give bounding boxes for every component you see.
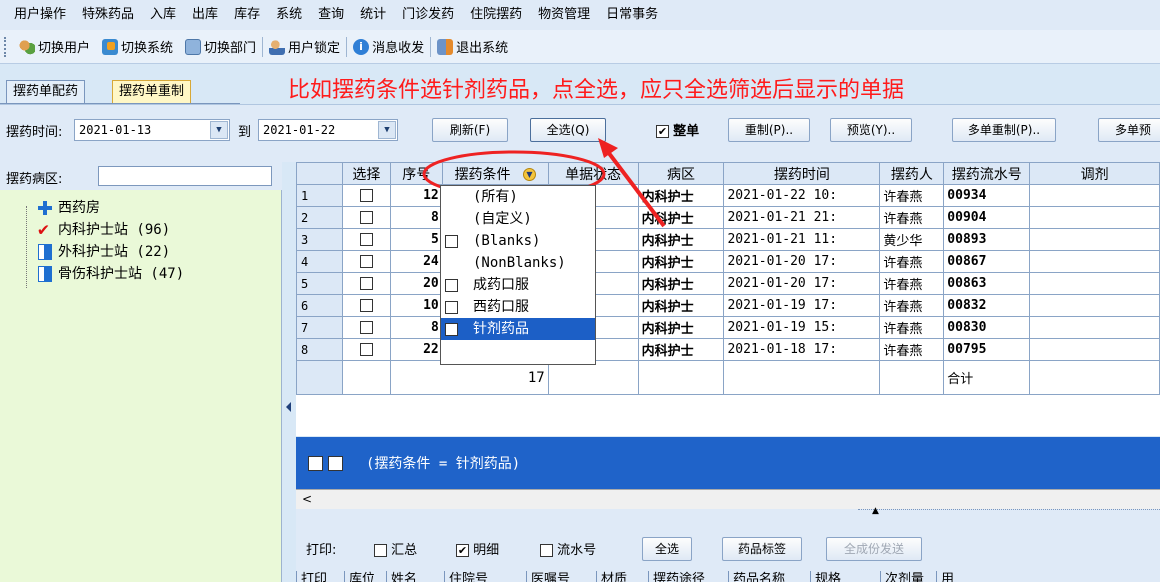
splitter-handle[interactable]: ▲	[858, 506, 1160, 519]
filter-option-label: 西药口服	[473, 299, 529, 315]
horizontal-scrollbar[interactable]: <	[296, 489, 1160, 509]
detail-columns: 打印 库位 姓名 住院号 医嘱号 材质 摆药途径 药品名称 规格 次剂量用	[296, 571, 1160, 582]
filter-option[interactable]: 西药口服	[441, 296, 595, 318]
filter-option-label: (所有)	[473, 189, 518, 205]
summary-checkbox[interactable]: 汇总	[374, 539, 417, 558]
filter-option[interactable]: 成药口服	[441, 274, 595, 296]
filter-option[interactable]: (所有)	[441, 186, 595, 208]
detail-column-header[interactable]: 次剂量	[880, 571, 936, 582]
detail-column-header[interactable]: 用	[936, 571, 960, 582]
detail-column-header[interactable]: 姓名	[386, 571, 444, 582]
chevron-up-icon[interactable]: ▲	[872, 506, 879, 516]
scroll-left-icon[interactable]: <	[302, 492, 312, 506]
filter-option-label: (Blanks)	[473, 233, 541, 249]
checkbox-checked[interactable]: ✔	[456, 544, 469, 557]
print-label: 打印:	[306, 543, 337, 558]
detail-column-header[interactable]: 药品名称	[728, 571, 810, 582]
print-bar: ▲ 打印: 汇总 ✔ 明细 流水号 全选 药品标签 全成份发送 打印 库位 姓名 住院…	[296, 506, 1160, 582]
filter-option[interactable]: (Blanks)	[441, 230, 595, 252]
filter-option-label: (NonBlanks)	[473, 255, 566, 271]
checkbox-unchecked[interactable]	[540, 544, 553, 557]
active-filter-bar: ✕ ✔ (摆药条件 = 针剂药品)	[296, 437, 1160, 489]
filter-expression[interactable]: (摆药条件 = 针剂药品)	[366, 453, 520, 473]
checkbox-unchecked[interactable]	[374, 544, 387, 557]
clear-filter-icon[interactable]: ✕	[308, 456, 323, 471]
checkbox-checked[interactable]: ✔	[445, 323, 458, 336]
detail-column-header[interactable]: 打印	[296, 571, 344, 582]
serial-checkbox[interactable]: 流水号	[540, 539, 596, 558]
detail-column-header[interactable]: 库位	[344, 571, 386, 582]
detail-column-header[interactable]: 医嘱号	[526, 571, 596, 582]
filter-enabled-checkbox[interactable]: ✔	[328, 456, 343, 471]
checkbox-unchecked[interactable]	[445, 235, 458, 248]
annotation-arrowhead	[598, 138, 618, 158]
bottom-select-all-button[interactable]: 全选	[642, 537, 692, 561]
detail-column-header[interactable]: 规格	[810, 571, 880, 582]
filter-option-label: 成药口服	[473, 277, 529, 293]
filter-option[interactable]: ✔ 针剂药品	[441, 318, 595, 340]
filter-option[interactable]: (NonBlanks)	[441, 252, 595, 274]
detail-column-header[interactable]: 摆药途径	[648, 571, 728, 582]
annotation-arrow-line	[603, 146, 666, 228]
filter-option-label: (自定义)	[473, 211, 532, 227]
filter-option-label: 针剂药品	[473, 321, 529, 337]
drug-label-button[interactable]: 药品标签	[722, 537, 802, 561]
checkbox-unchecked[interactable]	[445, 279, 458, 292]
filter-option[interactable]: (自定义)	[441, 208, 595, 230]
detail-column-header[interactable]: 住院号	[444, 571, 526, 582]
detail-column-header[interactable]: 材质	[596, 571, 648, 582]
detail-checkbox[interactable]: ✔ 明细	[456, 539, 499, 558]
condition-filter-popup: (所有) (自定义) (Blanks) (NonBlanks) 成药口服西药口服 ✔ 针剂药…	[440, 185, 596, 365]
checkbox-unchecked[interactable]	[445, 301, 458, 314]
send-all-button[interactable]: 全成份发送	[826, 537, 922, 561]
